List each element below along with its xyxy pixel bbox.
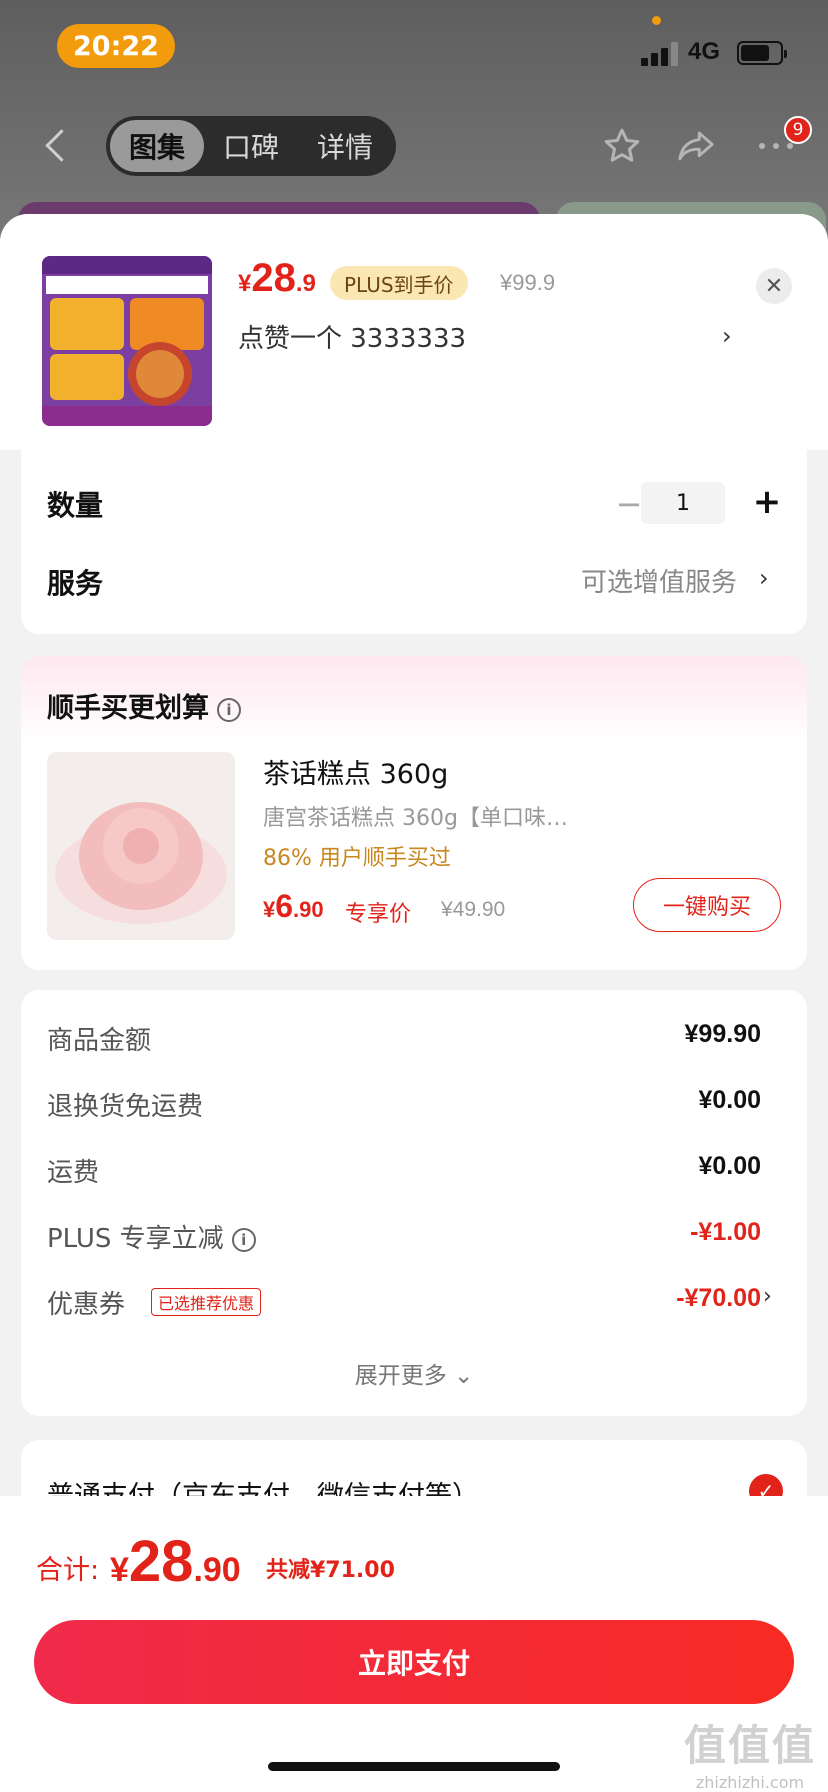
product-price: ¥28.9 xyxy=(238,256,316,300)
total-price: ¥28.90 xyxy=(110,1529,241,1594)
chevron-right-icon[interactable]: › xyxy=(722,322,732,350)
recording-indicator-icon xyxy=(652,16,661,25)
bundle-buy-rate: 86% 用户顺手买过 xyxy=(263,846,451,871)
quantity-input[interactable]: 1 xyxy=(641,482,725,524)
summary-row: PLUS 专享立减 i -¥1.00 xyxy=(47,1218,761,1258)
watermark: 值值值 zhizhizhi.com xyxy=(683,1721,816,1792)
pay-now-button[interactable]: 立即支付 xyxy=(34,1620,794,1704)
chevron-right-icon[interactable]: › xyxy=(763,1284,772,1309)
top-nav: 图集 口碑 详情 xyxy=(0,110,828,180)
tab-reviews[interactable]: 口碑 xyxy=(204,120,298,172)
tab-switcher: 图集 口碑 详情 xyxy=(106,116,396,176)
summary-value: ¥0.00 xyxy=(698,1152,761,1180)
quantity-increment-button[interactable]: + xyxy=(747,482,787,522)
service-label: 服务 xyxy=(47,567,104,600)
share-icon[interactable] xyxy=(672,122,720,170)
bundle-card: 顺手买更划算 i 茶话糕点 360g 唐宫茶话糕点 360g【单口味… 86% 用… xyxy=(21,656,807,970)
tab-details[interactable]: 详情 xyxy=(298,120,392,172)
bundle-product-image[interactable] xyxy=(47,752,235,940)
bundle-price: ¥6.90 xyxy=(263,888,324,924)
price-summary-card: 商品金额 ¥99.90 退换货免运费 ¥0.00 运费 ¥0.00 PLUS 专… xyxy=(21,990,807,1416)
total-label: 合计: xyxy=(36,1555,100,1586)
bundle-product-name[interactable]: 茶话糕点 360g xyxy=(263,752,448,791)
product-thumbnail[interactable] xyxy=(42,256,212,426)
summary-value: -¥1.00 xyxy=(690,1218,761,1246)
summary-row: 运费 ¥0.00 xyxy=(47,1152,761,1192)
coupon-row[interactable]: 优惠券 已选推荐优惠 -¥70.00 xyxy=(47,1284,761,1324)
status-time: 20:22 xyxy=(57,24,175,68)
summary-value: ¥99.90 xyxy=(684,1020,761,1048)
coupon-tag: 已选推荐优惠 xyxy=(151,1288,262,1316)
summary-label: 优惠券 xyxy=(47,1290,126,1320)
status-bar: 20:22 4G xyxy=(0,0,828,96)
summary-value: ¥0.00 xyxy=(698,1086,761,1114)
summary-label: 退换货免运费 xyxy=(47,1092,204,1122)
battery-icon xyxy=(737,41,787,65)
expand-more-button[interactable]: 展开更多 ⌄ xyxy=(21,1356,807,1390)
summary-row: 退换货免运费 ¥0.00 xyxy=(47,1086,761,1126)
tab-gallery[interactable]: 图集 xyxy=(110,120,204,172)
total-discount: 共减¥71.00 xyxy=(266,1558,395,1583)
close-icon[interactable]: ✕ xyxy=(756,268,792,304)
selected-variant[interactable]: 点赞一个 3333333 xyxy=(238,318,466,355)
summary-label: 商品金额 xyxy=(47,1026,152,1056)
back-icon[interactable] xyxy=(38,128,74,164)
service-option[interactable]: 可选增值服务 xyxy=(581,562,737,599)
more-badge: 9 xyxy=(784,116,812,144)
summary-row: 商品金额 ¥99.90 xyxy=(47,1020,761,1060)
quantity-service-card: 数量 − 1 + 服务 可选增值服务 › xyxy=(21,450,807,634)
info-icon[interactable]: i xyxy=(217,697,241,722)
summary-label: 运费 xyxy=(47,1158,100,1188)
one-click-buy-button[interactable]: 一键购买 xyxy=(633,878,781,932)
info-icon[interactable]: i xyxy=(231,1227,256,1252)
bundle-product-subtitle: 唐宫茶话糕点 360g【单口味… xyxy=(263,806,568,831)
home-indicator[interactable] xyxy=(268,1762,560,1771)
bundle-original-price: ¥49.90 xyxy=(441,898,506,921)
checkout-footer: 合计: ¥28.90 共减¥71.00 立即支付 值值值 zhizhizhi.c… xyxy=(0,1496,828,1792)
summary-label: PLUS 专享立减 i xyxy=(47,1218,256,1255)
quantity-label: 数量 xyxy=(47,489,104,522)
bundle-exclusive-label: 专享价 xyxy=(345,902,412,927)
sheet-header: ¥28.9 PLUS到手价 ¥99.9 点赞一个 3333333 › ✕ xyxy=(0,214,828,450)
network-type: 4G xyxy=(688,38,721,65)
summary-value: -¥70.00 xyxy=(676,1284,761,1312)
signal-icon xyxy=(641,42,679,66)
star-icon[interactable] xyxy=(598,122,646,170)
bundle-title: 顺手买更划算 i xyxy=(47,686,241,725)
chevron-right-icon[interactable]: › xyxy=(759,564,769,592)
plus-price-tag: PLUS到手价 xyxy=(330,266,468,300)
original-price: ¥99.9 xyxy=(500,270,556,295)
